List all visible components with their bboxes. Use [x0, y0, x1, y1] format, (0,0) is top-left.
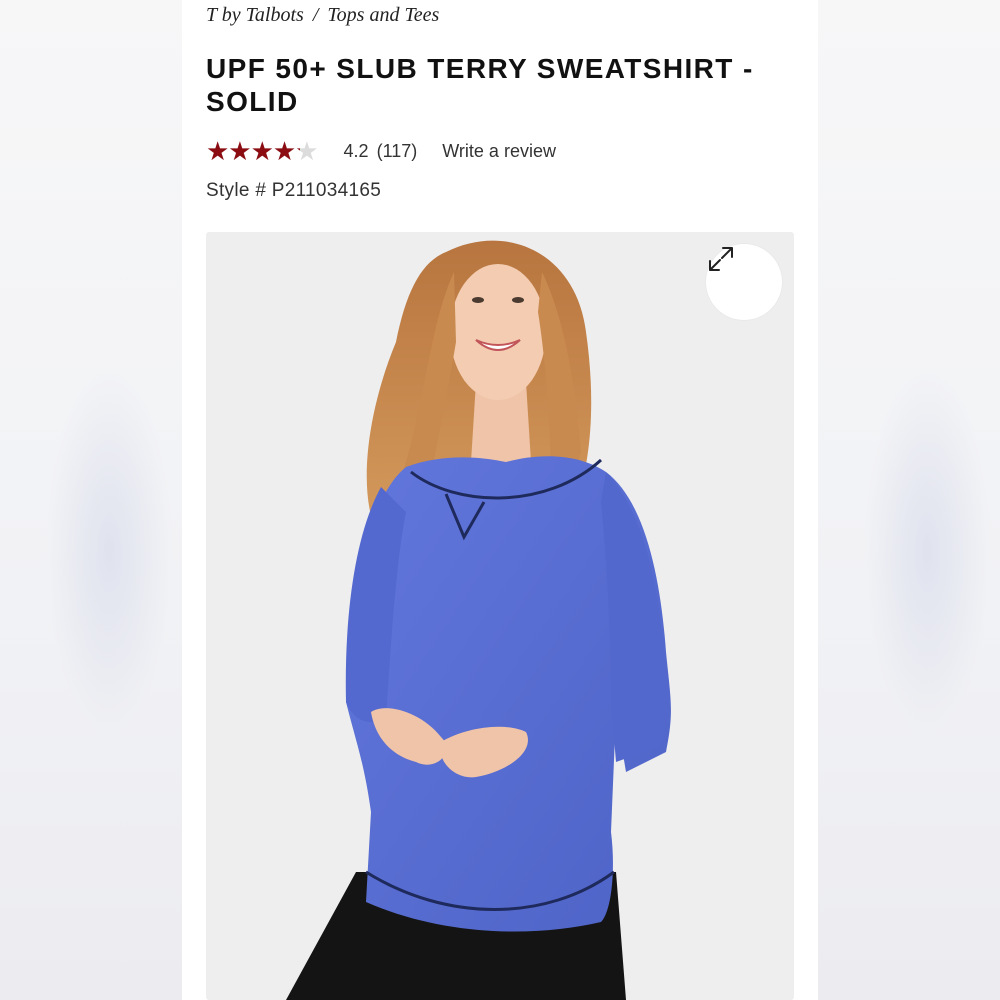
- left-blurred-background: [0, 0, 182, 1000]
- right-blurred-background: [818, 0, 1000, 1000]
- style-number: Style # P211034165: [206, 180, 382, 201]
- rating-value: 4.2: [343, 140, 369, 161]
- review-count[interactable]: (117): [377, 141, 418, 162]
- breadcrumb: T by Talbots / Tops and Tees: [206, 4, 439, 27]
- breadcrumb-category[interactable]: Tops and Tees: [327, 4, 439, 26]
- model-photo: [286, 240, 671, 1000]
- star-rating-filled-icon: ★★★★★: [206, 138, 300, 164]
- breadcrumb-brand[interactable]: T by Talbots: [206, 4, 304, 26]
- star-rating[interactable]: ★★★★★ ★★★★★: [206, 138, 319, 164]
- rating-row: ★★★★★ ★★★★★ 4.2 (117) Write a review: [206, 136, 556, 166]
- expand-icon: [709, 247, 733, 271]
- face: [450, 264, 546, 400]
- write-review-link[interactable]: Write a review: [442, 141, 556, 162]
- expand-image-button[interactable]: [706, 244, 782, 320]
- product-title: UPF 50+ Slub Terry Sweatshirt - Solid: [206, 53, 754, 117]
- product-image[interactable]: [206, 232, 794, 1000]
- product-page: T by Talbots / Tops and Tees UPF 50+ Slub …: [182, 0, 818, 1000]
- breadcrumb-separator: /: [312, 4, 319, 26]
